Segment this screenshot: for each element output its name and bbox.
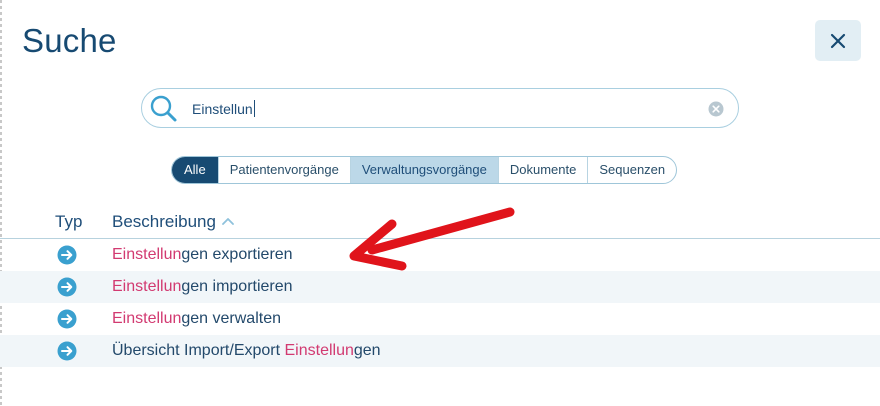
- page-title: Suche: [22, 22, 117, 59]
- search-input-value: Einstellun: [192, 101, 253, 117]
- arrow-right-circle-icon[interactable]: [57, 277, 77, 297]
- column-header-beschreibung[interactable]: Beschreibung: [112, 212, 234, 232]
- annotation-arrow-icon: [349, 207, 515, 271]
- row-text-suffix: gen importieren: [181, 278, 293, 295]
- arrow-right-circle-icon[interactable]: [57, 341, 77, 361]
- row-text-match: Einstellun: [112, 310, 182, 327]
- arrow-right-circle-icon[interactable]: [57, 245, 77, 265]
- row-text-suffix: gen verwalten: [181, 310, 281, 327]
- row-text-match: Einstellun: [112, 246, 182, 263]
- close-button[interactable]: [815, 20, 861, 61]
- table-row[interactable]: Einstellungen verwalten: [0, 303, 880, 335]
- row-text-suffix: gen exportieren: [181, 246, 293, 263]
- row-description[interactable]: Einstellungen exportieren: [112, 246, 293, 264]
- tab-alle[interactable]: Alle: [172, 157, 218, 183]
- tab-patientenvorgaenge[interactable]: Patientenvorgänge: [217, 157, 350, 183]
- row-text-suffix: gen: [353, 342, 381, 359]
- row-description[interactable]: Übersicht Import/Export Einstellungen: [112, 342, 381, 360]
- column-header-typ[interactable]: Typ: [55, 212, 82, 232]
- table-row[interactable]: Übersicht Import/Export Einstellungen: [0, 335, 880, 367]
- row-description[interactable]: Einstellungen verwalten: [112, 310, 281, 328]
- search-icon: [150, 95, 177, 122]
- clear-icon[interactable]: [708, 101, 724, 117]
- filter-tabs: Alle Patientenvorgänge Verwaltungsvorgän…: [171, 156, 678, 184]
- close-icon: [830, 33, 846, 48]
- tab-dokumente[interactable]: Dokumente: [497, 157, 587, 183]
- row-text-match: Einstellun: [112, 278, 182, 295]
- search-input[interactable]: Einstellun: [192, 100, 255, 117]
- tab-sequenzen[interactable]: Sequenzen: [587, 157, 676, 183]
- row-description[interactable]: Einstellungen importieren: [112, 278, 293, 296]
- sort-ascending-icon: [222, 218, 234, 225]
- column-header-beschreibung-label: Beschreibung: [112, 212, 216, 231]
- text-caret: [253, 100, 255, 117]
- row-text-match: Einstellun: [284, 342, 354, 359]
- arrow-right-circle-icon[interactable]: [57, 309, 77, 329]
- tab-verwaltungsvorgaenge[interactable]: Verwaltungsvorgänge: [349, 157, 498, 183]
- search-field[interactable]: Einstellun: [141, 88, 739, 128]
- row-text-prefix: Übersicht Import/Export: [112, 342, 285, 359]
